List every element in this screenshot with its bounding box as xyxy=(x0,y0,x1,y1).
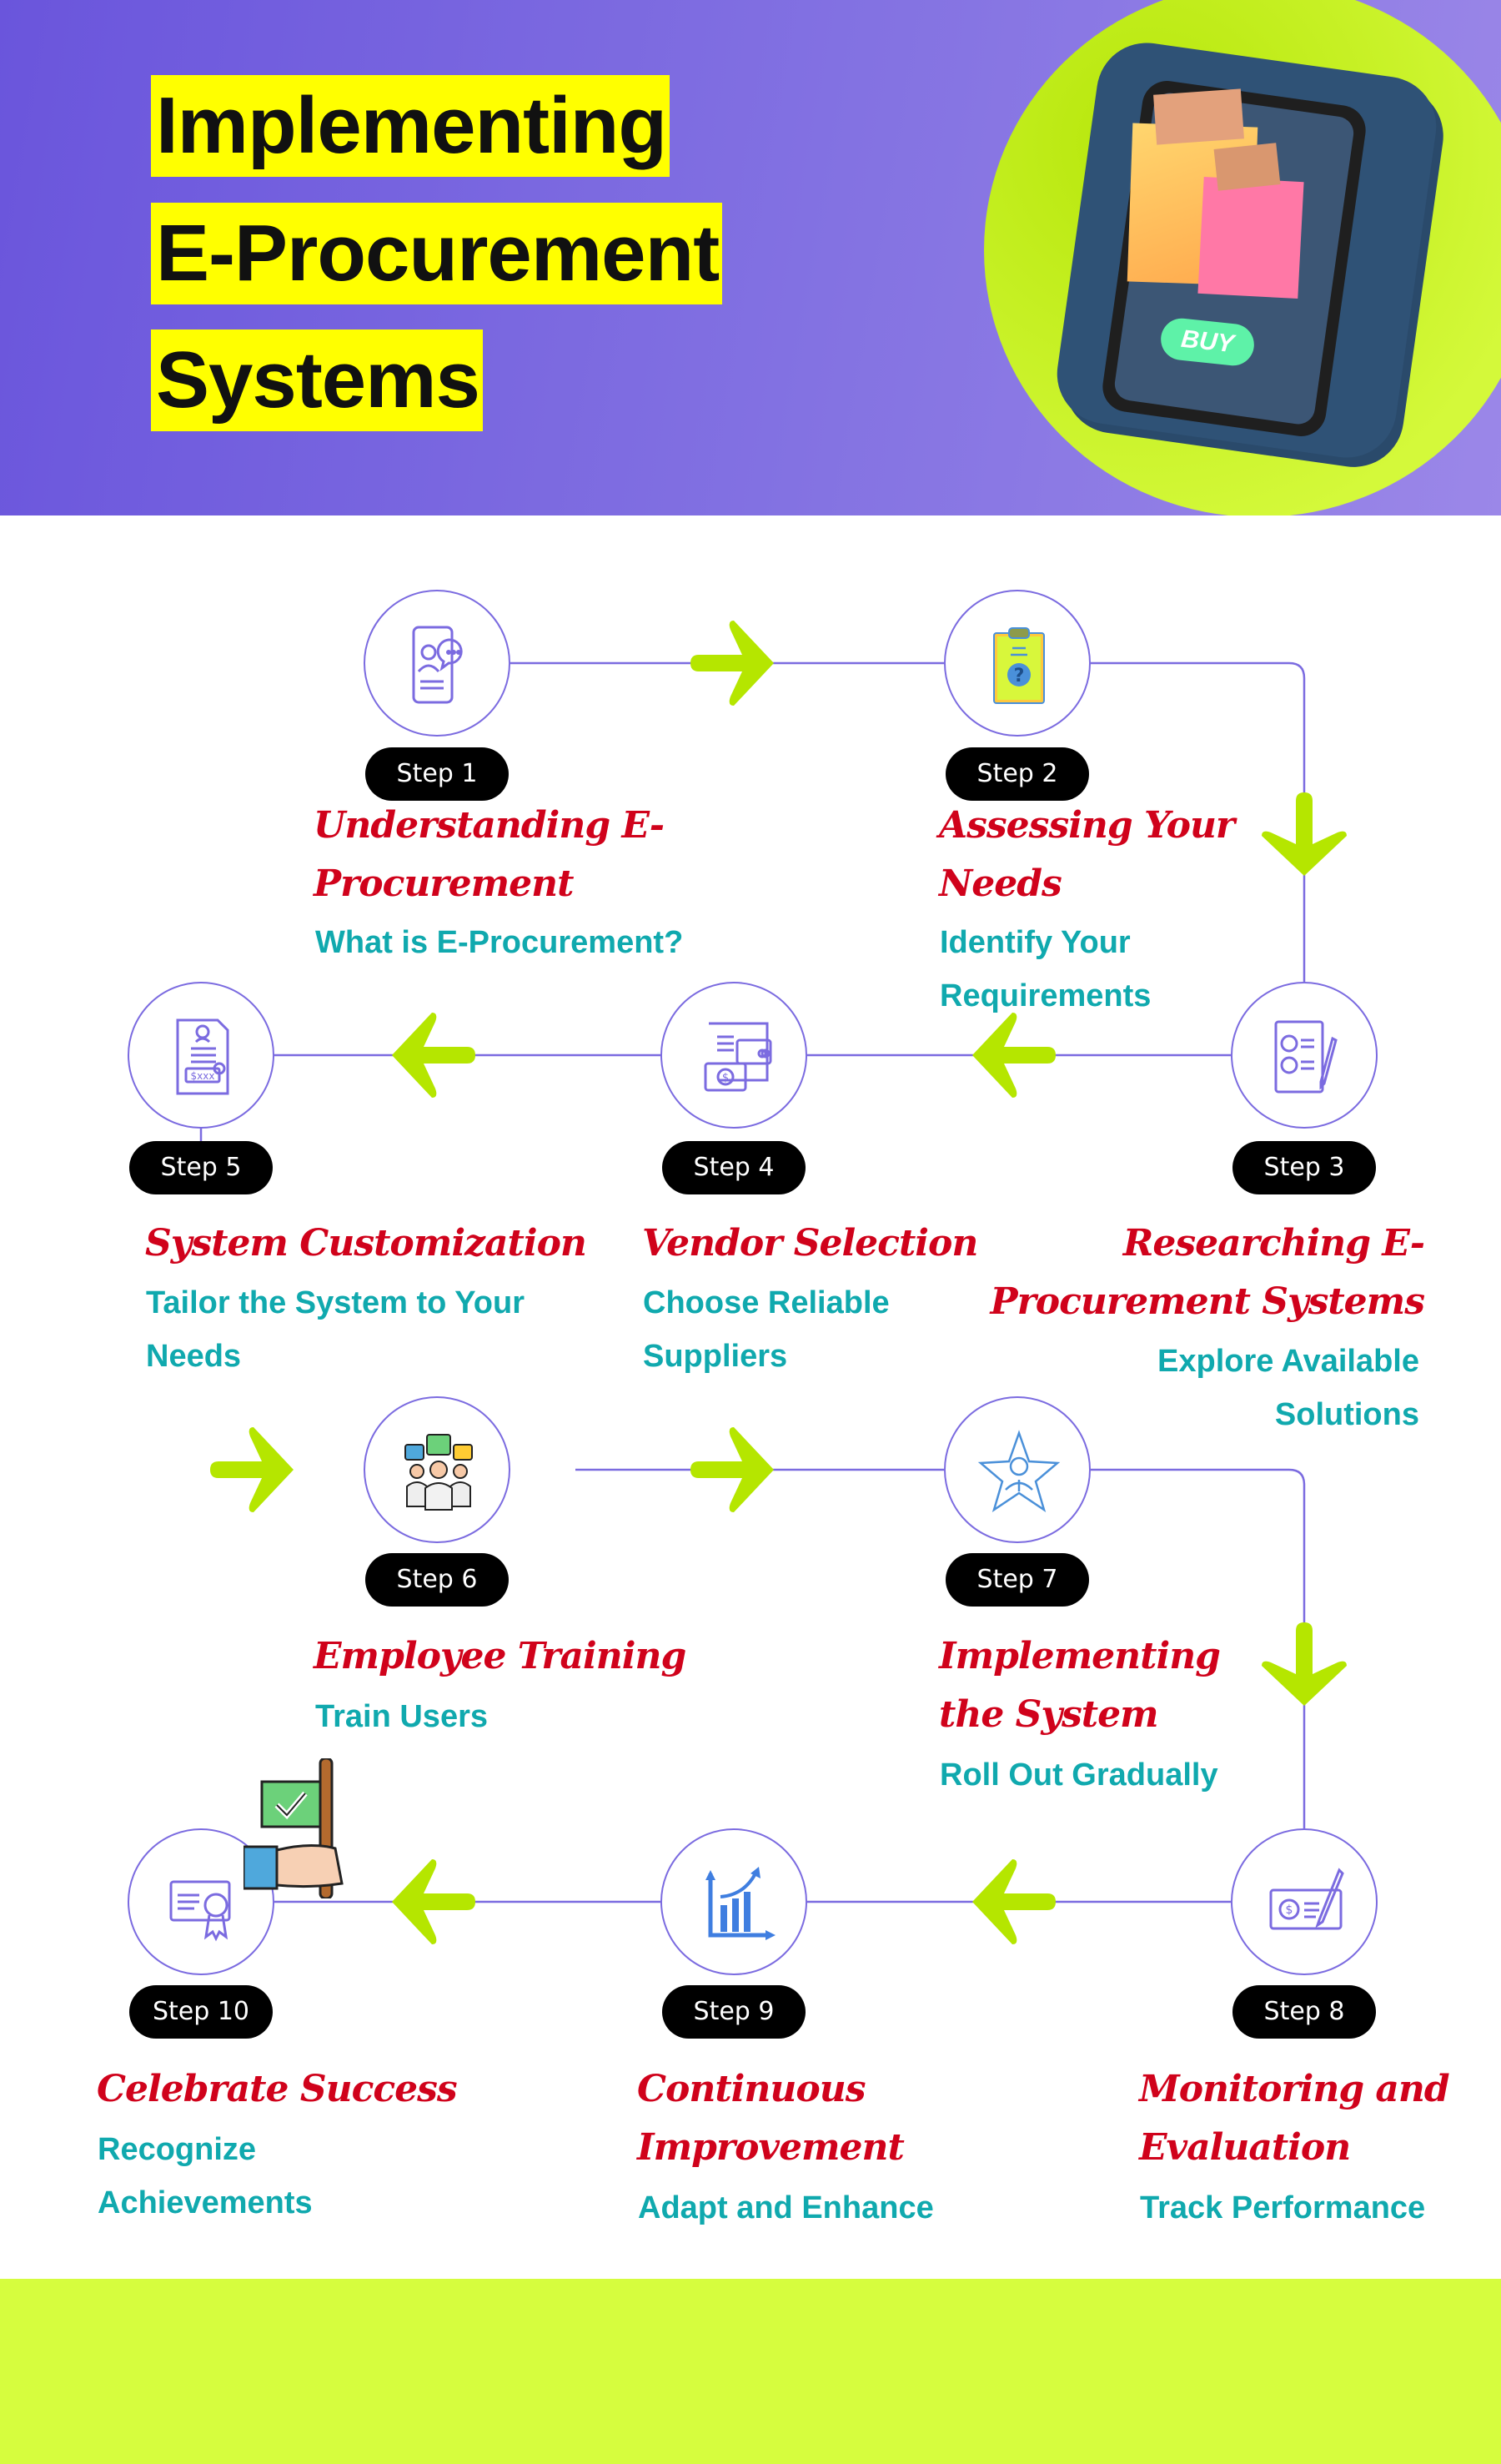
step-9-node xyxy=(660,1828,807,1975)
arrow-left-icon xyxy=(972,1859,1056,1944)
step-10-title: Celebrate Success xyxy=(97,2068,458,2110)
growth-chart-icon xyxy=(705,1867,776,1940)
step-6-title: Employee Training xyxy=(314,1635,686,1677)
step-5-badge: Step 5 xyxy=(129,1141,273,1194)
step-2-title: Assessing Your Needs xyxy=(939,804,1235,905)
step-10-subtitle: Recognize Achievements xyxy=(98,2132,313,2220)
step-7-title: Implementing the System xyxy=(939,1635,1221,1736)
step-6-subtitle: Train Users xyxy=(315,1699,488,1734)
step-1-node xyxy=(364,590,510,737)
step-8-subtitle: Track Performance xyxy=(1140,2190,1426,2225)
arrow-right-icon xyxy=(690,1427,774,1512)
arrow-left-icon xyxy=(392,1013,475,1098)
step-9-title: Continuous Improvement xyxy=(637,2068,905,2169)
step-1-badge: Step 1 xyxy=(365,747,509,801)
arrow-right-icon xyxy=(690,621,774,706)
star-employee-icon xyxy=(977,1430,1061,1512)
step-3-node xyxy=(1231,982,1378,1129)
arrow-left-icon xyxy=(392,1859,475,1944)
step-1-subtitle: What is E-Procurement? xyxy=(315,925,684,960)
signed-check-icon: $ xyxy=(1269,1868,1344,1930)
step-10-badge: Step 10 xyxy=(129,1985,273,2039)
step-2-badge: Step 2 xyxy=(946,747,1089,801)
step-3-title: Researching E- Procurement Systems xyxy=(990,1222,1425,1323)
step-6-badge: Step 6 xyxy=(365,1553,509,1607)
step-3-badge: Step 3 xyxy=(1232,1141,1376,1194)
invoice-payment-icon: $ xyxy=(704,1022,772,1092)
step-1-title: Understanding E- Procurement xyxy=(314,804,665,905)
document-price-icon: $xxx xyxy=(176,1018,229,1095)
step-4-subtitle: Choose Reliable Suppliers xyxy=(643,1285,890,1374)
clipboard-question-icon: ? xyxy=(993,627,1045,704)
step-8-title: Monitoring and Evaluation xyxy=(1139,2068,1450,2169)
arrow-down-icon xyxy=(1262,792,1347,876)
step-5-node: $xxx xyxy=(128,982,274,1129)
arrow-left-icon xyxy=(972,1013,1056,1098)
svg-text:?: ? xyxy=(1014,666,1025,686)
step-5-subtitle: Tailor the System to Your Needs xyxy=(146,1285,525,1374)
step-4-badge: Step 4 xyxy=(662,1141,806,1194)
step-8-badge: Step 8 xyxy=(1232,1985,1376,2039)
checklist-pen-icon xyxy=(1274,1020,1338,1094)
svg-text:$xxx: $xxx xyxy=(191,1070,215,1082)
step-4-title: Vendor Selection xyxy=(642,1222,978,1265)
step-9-subtitle: Adapt and Enhance xyxy=(638,2190,934,2225)
step-8-node: $ xyxy=(1231,1828,1378,1975)
step-6-node xyxy=(364,1396,510,1543)
step-2-subtitle: Identify Your Requirements xyxy=(940,925,1152,1013)
step-4-node: $ xyxy=(660,982,807,1129)
step-3-subtitle: Explore Available Solutions xyxy=(1157,1344,1419,1432)
step-5-title: System Customization xyxy=(145,1222,587,1265)
certificate-icon xyxy=(169,1880,231,1942)
step-7-badge: Step 7 xyxy=(946,1553,1089,1607)
hand-flag-check-icon xyxy=(243,1758,344,1898)
svg-text:$: $ xyxy=(722,1072,729,1084)
arrow-right-icon xyxy=(210,1427,294,1512)
smartphone-chat-icon xyxy=(412,626,463,704)
arrow-down-icon xyxy=(1262,1622,1347,1706)
step-7-subtitle: Roll Out Gradually xyxy=(940,1757,1218,1793)
step-7-node xyxy=(944,1396,1091,1543)
step-9-badge: Step 9 xyxy=(662,1985,806,2039)
svg-text:$: $ xyxy=(1286,1903,1293,1917)
step-2-node: ? xyxy=(944,590,1091,737)
team-discussion-icon xyxy=(404,1434,473,1511)
footer-band xyxy=(0,2279,1501,2464)
